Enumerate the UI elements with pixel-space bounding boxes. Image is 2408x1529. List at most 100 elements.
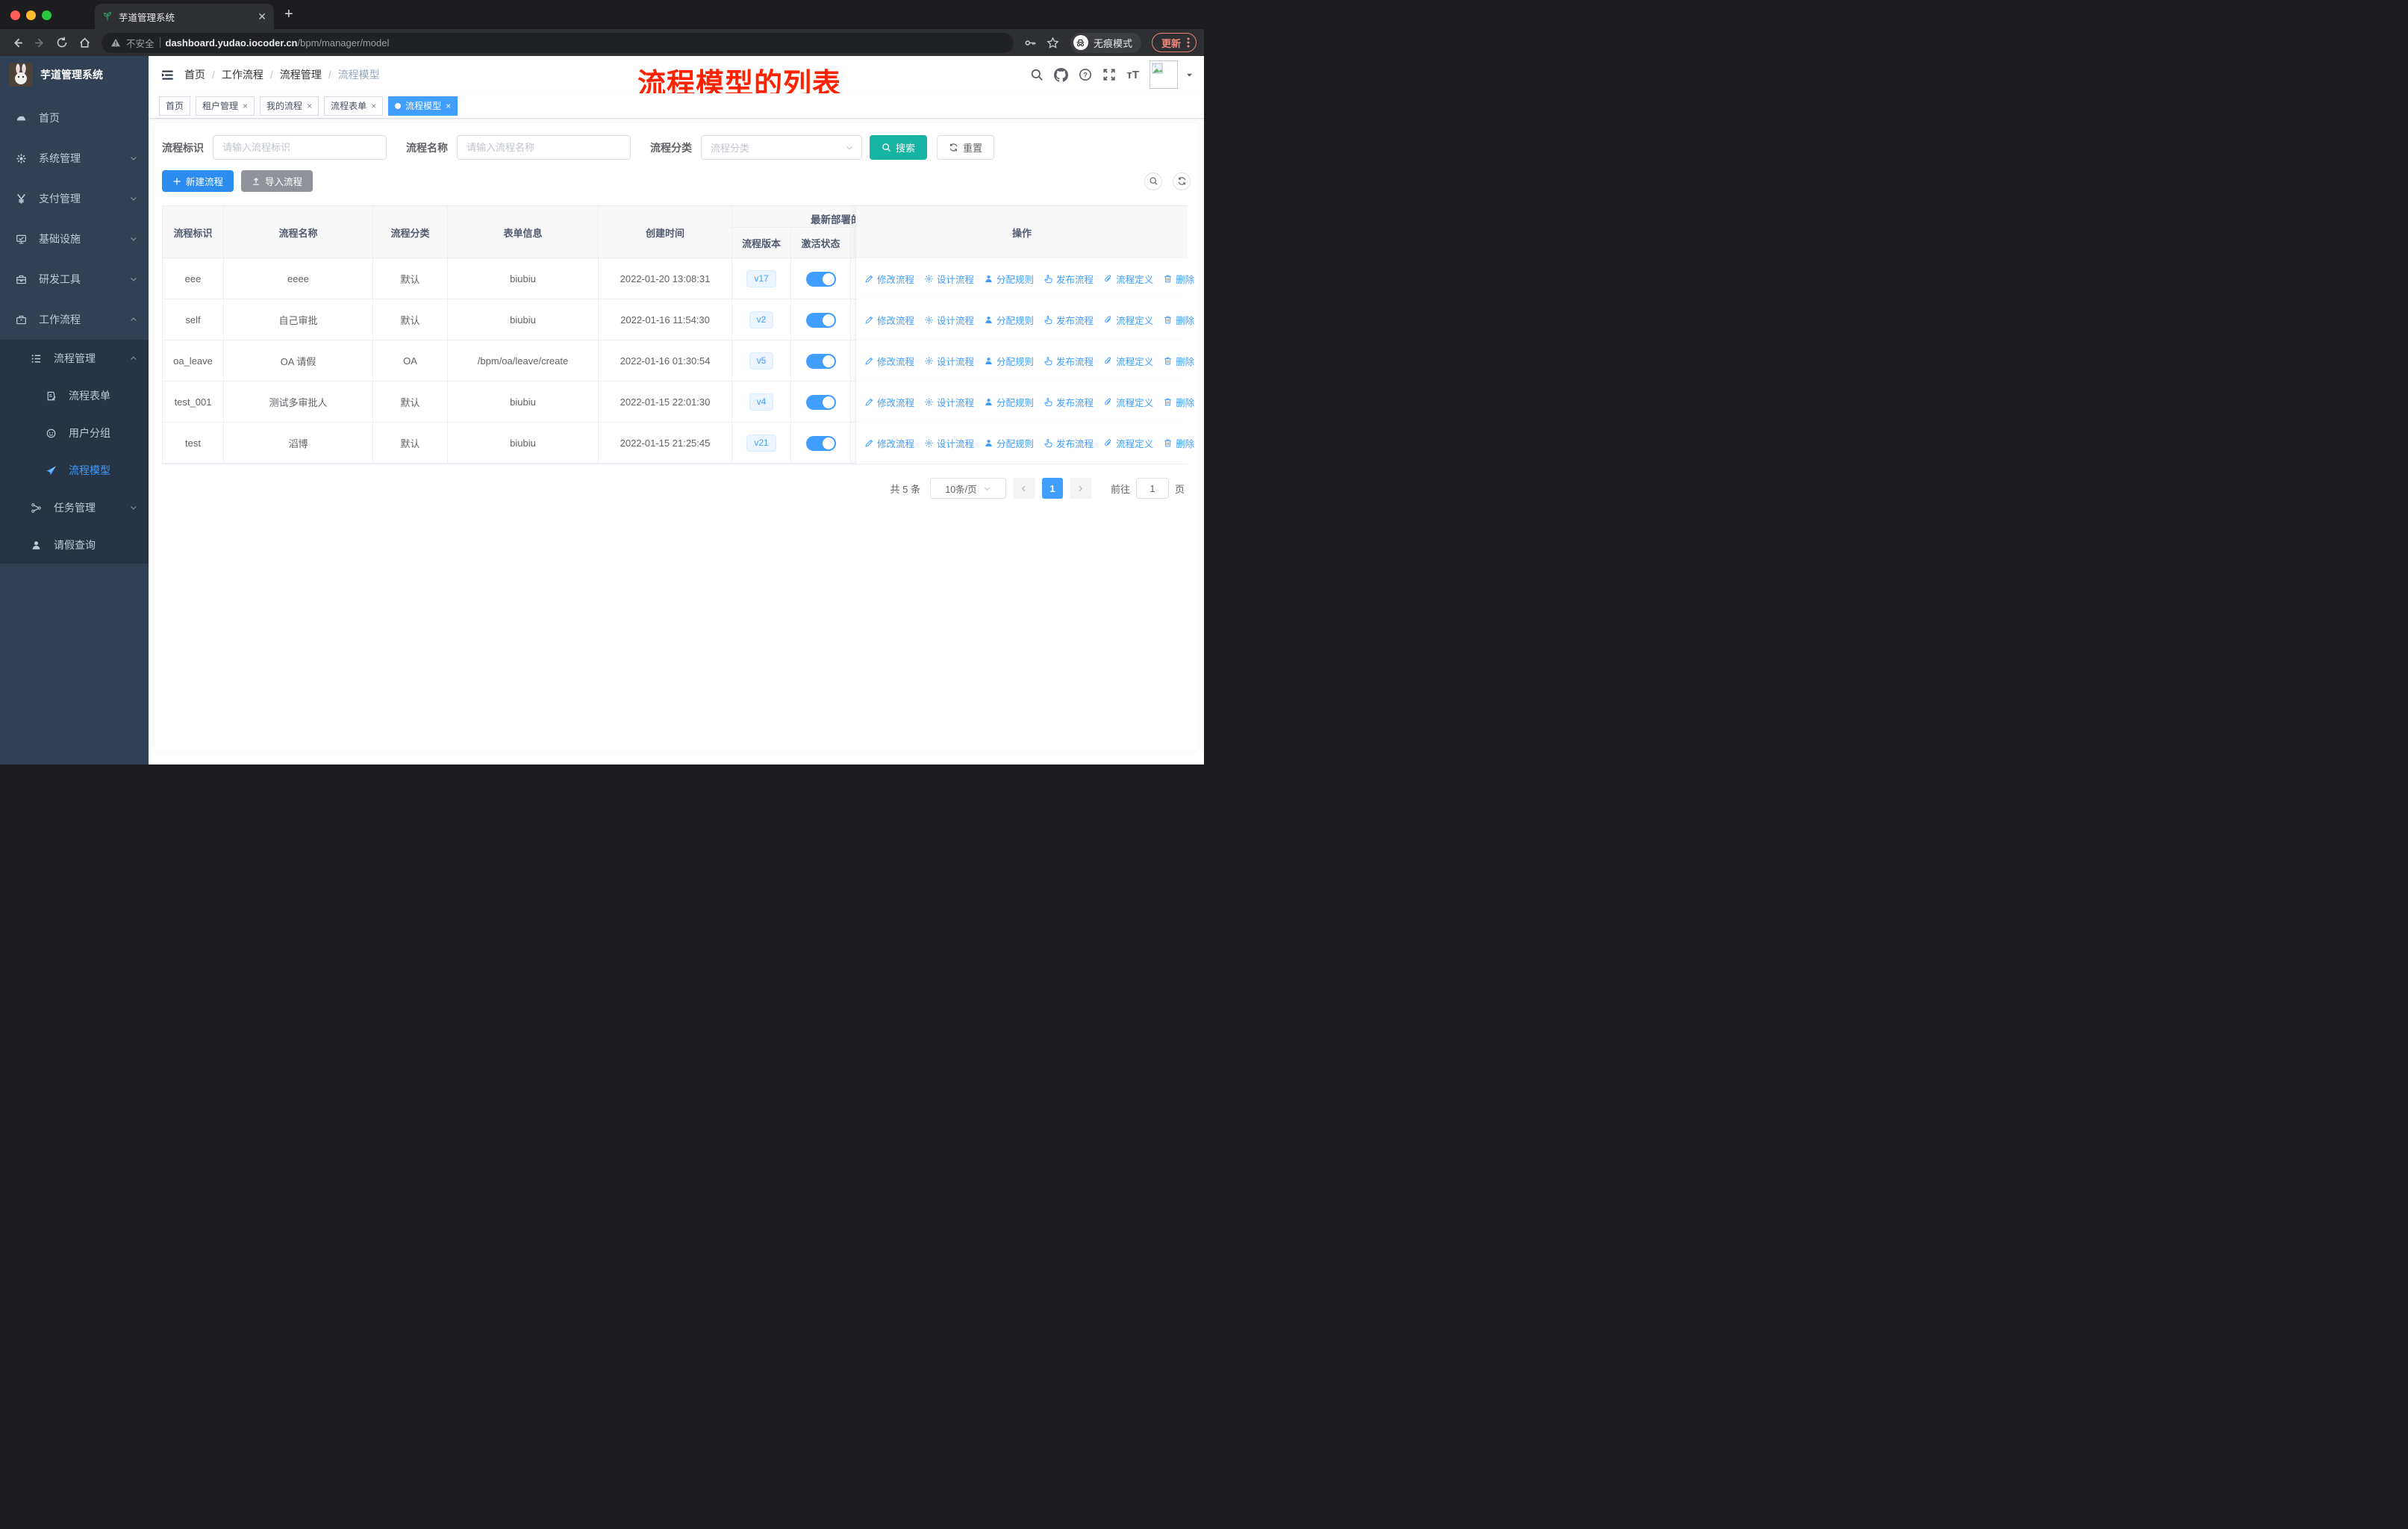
create-process-button[interactable]: 新建流程 — [162, 170, 234, 192]
action-发布流程[interactable]: 发布流程 — [1044, 354, 1094, 368]
action-设计流程[interactable]: 设计流程 — [924, 395, 974, 409]
sidebar-item-基础设施[interactable]: 基础设施 — [0, 219, 149, 259]
back-icon[interactable] — [7, 33, 27, 52]
import-process-button[interactable]: 导入流程 — [241, 170, 314, 192]
reload-icon[interactable] — [52, 33, 72, 52]
action-修改流程[interactable]: 修改流程 — [864, 395, 914, 409]
tag-我的流程[interactable]: 我的流程 × — [260, 96, 319, 116]
action-流程定义[interactable]: 流程定义 — [1103, 395, 1153, 409]
sidebar-item-流程管理[interactable]: 流程管理 — [0, 340, 149, 377]
hamburger-icon[interactable] — [156, 63, 178, 86]
action-删除[interactable]: 删除 — [1163, 354, 1194, 368]
update-button[interactable]: 更新 — [1151, 33, 1197, 52]
reset-button[interactable]: 重置 — [937, 135, 995, 160]
action-流程定义[interactable]: 流程定义 — [1103, 313, 1153, 327]
bookmark-star-icon[interactable] — [1044, 33, 1063, 52]
address-bar[interactable]: 不安全 dashboard.yudao.iocoder.cn/bpm/manag… — [102, 32, 1014, 53]
forward-icon[interactable] — [30, 33, 49, 52]
action-修改流程[interactable]: 修改流程 — [864, 354, 914, 368]
refresh-table-button[interactable] — [1173, 172, 1191, 190]
action-流程定义[interactable]: 流程定义 — [1103, 354, 1153, 368]
help-icon[interactable]: ? — [1079, 68, 1092, 81]
page-number-button[interactable]: 1 — [1041, 478, 1063, 499]
action-删除[interactable]: 删除 — [1163, 313, 1194, 327]
key-icon[interactable] — [1021, 33, 1041, 52]
active-toggle[interactable] — [805, 312, 836, 328]
cell-form-info-link[interactable]: biubiu — [510, 273, 536, 284]
tag-close-icon[interactable]: × — [307, 101, 312, 111]
security-warning-icon[interactable] — [110, 37, 121, 48]
action-修改流程[interactable]: 修改流程 — [864, 313, 914, 327]
sidebar-item-系统管理[interactable]: 系统管理 — [0, 138, 149, 178]
breadcrumb-item[interactable]: 流程管理 — [280, 67, 322, 82]
action-设计流程[interactable]: 设计流程 — [924, 436, 974, 450]
process-key-input[interactable] — [213, 135, 387, 160]
cell-form-info-link[interactable]: biubiu — [510, 314, 536, 326]
minimize-window-button[interactable] — [26, 10, 36, 20]
active-toggle[interactable] — [805, 394, 836, 410]
avatar-caret-icon[interactable] — [1185, 71, 1194, 79]
active-toggle[interactable] — [805, 271, 836, 287]
action-流程定义[interactable]: 流程定义 — [1103, 272, 1153, 286]
action-修改流程[interactable]: 修改流程 — [864, 272, 914, 286]
tag-流程模型[interactable]: 流程模型 × — [388, 96, 458, 116]
sidebar-item-用户分组[interactable]: 用户分组 — [0, 414, 149, 452]
action-删除[interactable]: 删除 — [1163, 436, 1194, 450]
tag-流程表单[interactable]: 流程表单 × — [324, 96, 384, 116]
sidebar-item-请假查询[interactable]: 请假查询 — [0, 526, 149, 564]
cell-process-name-link[interactable]: OA 请假 — [281, 354, 316, 368]
cell-form-info-link[interactable]: biubiu — [510, 437, 536, 449]
search-button[interactable]: 搜索 — [870, 135, 928, 160]
action-分配规则[interactable]: 分配规则 — [984, 436, 1034, 450]
action-设计流程[interactable]: 设计流程 — [924, 354, 974, 368]
action-分配规则[interactable]: 分配规则 — [984, 313, 1034, 327]
action-修改流程[interactable]: 修改流程 — [864, 436, 914, 450]
zoom-window-button[interactable] — [42, 10, 52, 20]
new-tab-button[interactable]: + — [284, 6, 293, 23]
action-发布流程[interactable]: 发布流程 — [1044, 272, 1094, 286]
sidebar-item-流程表单[interactable]: 流程表单 — [0, 377, 149, 414]
browser-menu-icon[interactable] — [1187, 37, 1190, 49]
next-page-button[interactable] — [1069, 478, 1092, 499]
sidebar-item-任务管理[interactable]: 任务管理 — [0, 489, 149, 526]
active-toggle[interactable] — [805, 353, 836, 369]
security-label[interactable]: 不安全 — [126, 36, 155, 50]
sidebar-item-研发工具[interactable]: 研发工具 — [0, 259, 149, 299]
github-icon[interactable] — [1054, 67, 1069, 82]
action-流程定义[interactable]: 流程定义 — [1103, 436, 1153, 450]
incognito-badge[interactable]: 无痕模式 — [1070, 32, 1141, 53]
prev-page-button[interactable] — [1012, 478, 1035, 499]
cell-process-name-link[interactable]: 滔博 — [288, 436, 308, 450]
action-分配规则[interactable]: 分配规则 — [984, 354, 1034, 368]
browser-tab[interactable]: 芋道管理系统 ✕ — [95, 4, 274, 29]
cell-process-name-link[interactable]: eeee — [287, 273, 309, 284]
tag-close-icon[interactable]: × — [371, 101, 376, 111]
toggle-search-button[interactable] — [1144, 172, 1162, 190]
tag-close-icon[interactable]: × — [446, 101, 451, 111]
process-name-input[interactable] — [457, 135, 631, 160]
sidebar-item-支付管理[interactable]: 支付管理 — [0, 178, 149, 219]
search-icon[interactable] — [1030, 68, 1044, 81]
fullscreen-icon[interactable] — [1102, 68, 1116, 81]
action-设计流程[interactable]: 设计流程 — [924, 313, 974, 327]
action-分配规则[interactable]: 分配规则 — [984, 272, 1034, 286]
tab-close-icon[interactable]: ✕ — [258, 11, 266, 22]
cell-process-name-link[interactable]: 测试多审批人 — [269, 395, 327, 409]
goto-page-input[interactable] — [1135, 478, 1169, 499]
action-删除[interactable]: 删除 — [1163, 395, 1194, 409]
tag-租户管理[interactable]: 租户管理 × — [196, 96, 255, 116]
breadcrumb-item[interactable]: 工作流程 — [222, 67, 263, 82]
breadcrumb-item[interactable]: 首页 — [184, 67, 205, 82]
action-发布流程[interactable]: 发布流程 — [1044, 436, 1094, 450]
sidebar-logo-row[interactable]: 芋道管理系统 — [0, 56, 149, 93]
cell-form-info-link[interactable]: biubiu — [510, 396, 536, 408]
sidebar-item-工作流程[interactable]: 工作流程 — [0, 299, 149, 340]
avatar[interactable] — [1150, 60, 1178, 89]
action-删除[interactable]: 删除 — [1163, 272, 1194, 286]
category-select[interactable]: 流程分类 — [701, 135, 862, 160]
action-发布流程[interactable]: 发布流程 — [1044, 313, 1094, 327]
sidebar-item-流程模型[interactable]: 流程模型 — [0, 452, 149, 489]
close-window-button[interactable] — [10, 10, 20, 20]
active-toggle[interactable] — [805, 435, 836, 451]
action-设计流程[interactable]: 设计流程 — [924, 272, 974, 286]
